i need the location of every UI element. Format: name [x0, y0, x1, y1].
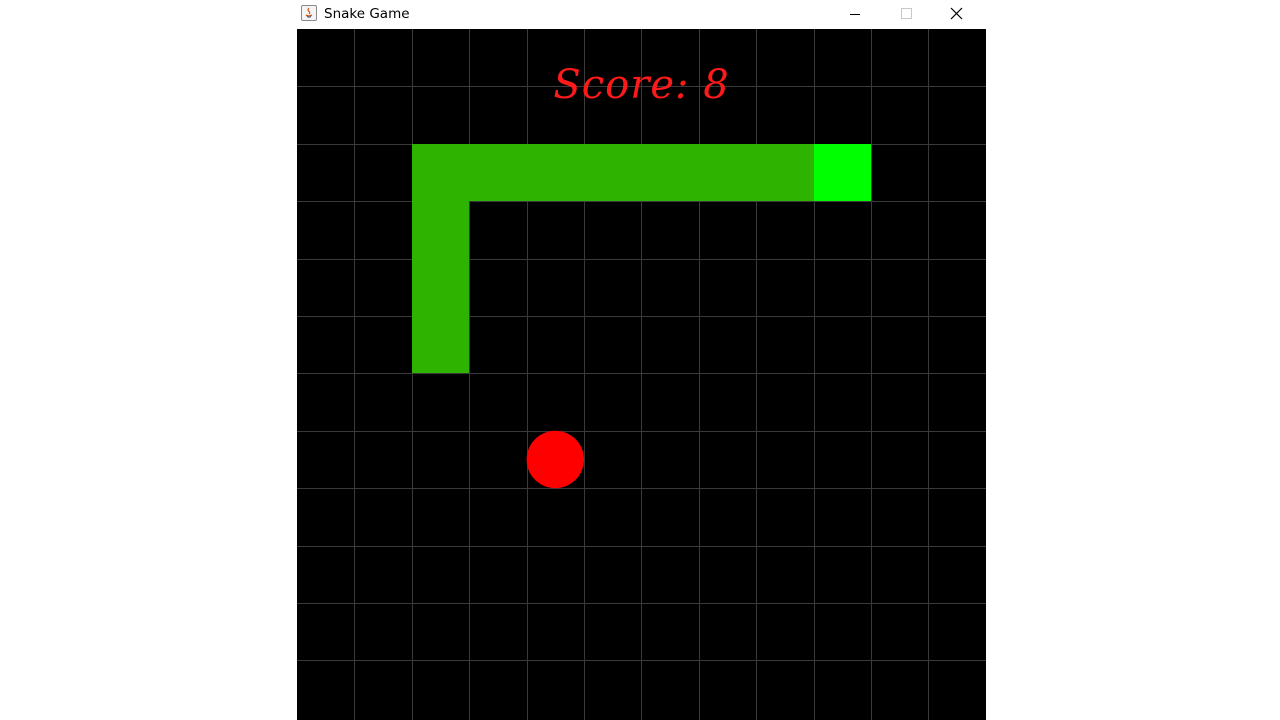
score-label: Score:	[553, 62, 690, 108]
snake-body-segment	[469, 144, 527, 201]
close-icon	[950, 7, 963, 20]
food-layer	[526, 430, 584, 489]
snake-head	[814, 144, 871, 201]
minimize-icon	[850, 14, 860, 15]
game-board[interactable]: Score: 8	[297, 29, 986, 720]
close-button[interactable]	[934, 0, 980, 29]
snake-body-segment	[641, 144, 699, 201]
food-apple	[526, 430, 584, 489]
maximize-icon	[901, 8, 912, 19]
maximize-button[interactable]	[883, 0, 929, 29]
game-canvas	[297, 29, 986, 720]
snake-body-segment	[412, 259, 469, 316]
game-window: Snake Game Score: 8	[297, 0, 986, 720]
snake-body-segment	[756, 144, 814, 201]
snake-body-segment	[412, 201, 469, 259]
java-icon	[301, 5, 317, 21]
snake-body-segment	[412, 316, 469, 373]
minimize-button[interactable]	[832, 0, 878, 29]
window-title: Snake Game	[324, 6, 410, 22]
grid-lines	[297, 29, 986, 720]
score-value: 8	[703, 62, 730, 108]
snake-body-segment	[412, 144, 469, 201]
snake-body-segment	[527, 144, 584, 201]
snake-body-segment	[584, 144, 641, 201]
title-bar[interactable]: Snake Game	[297, 0, 986, 29]
score-display: Score: 8	[297, 62, 986, 108]
snake-body-segment	[699, 144, 756, 201]
